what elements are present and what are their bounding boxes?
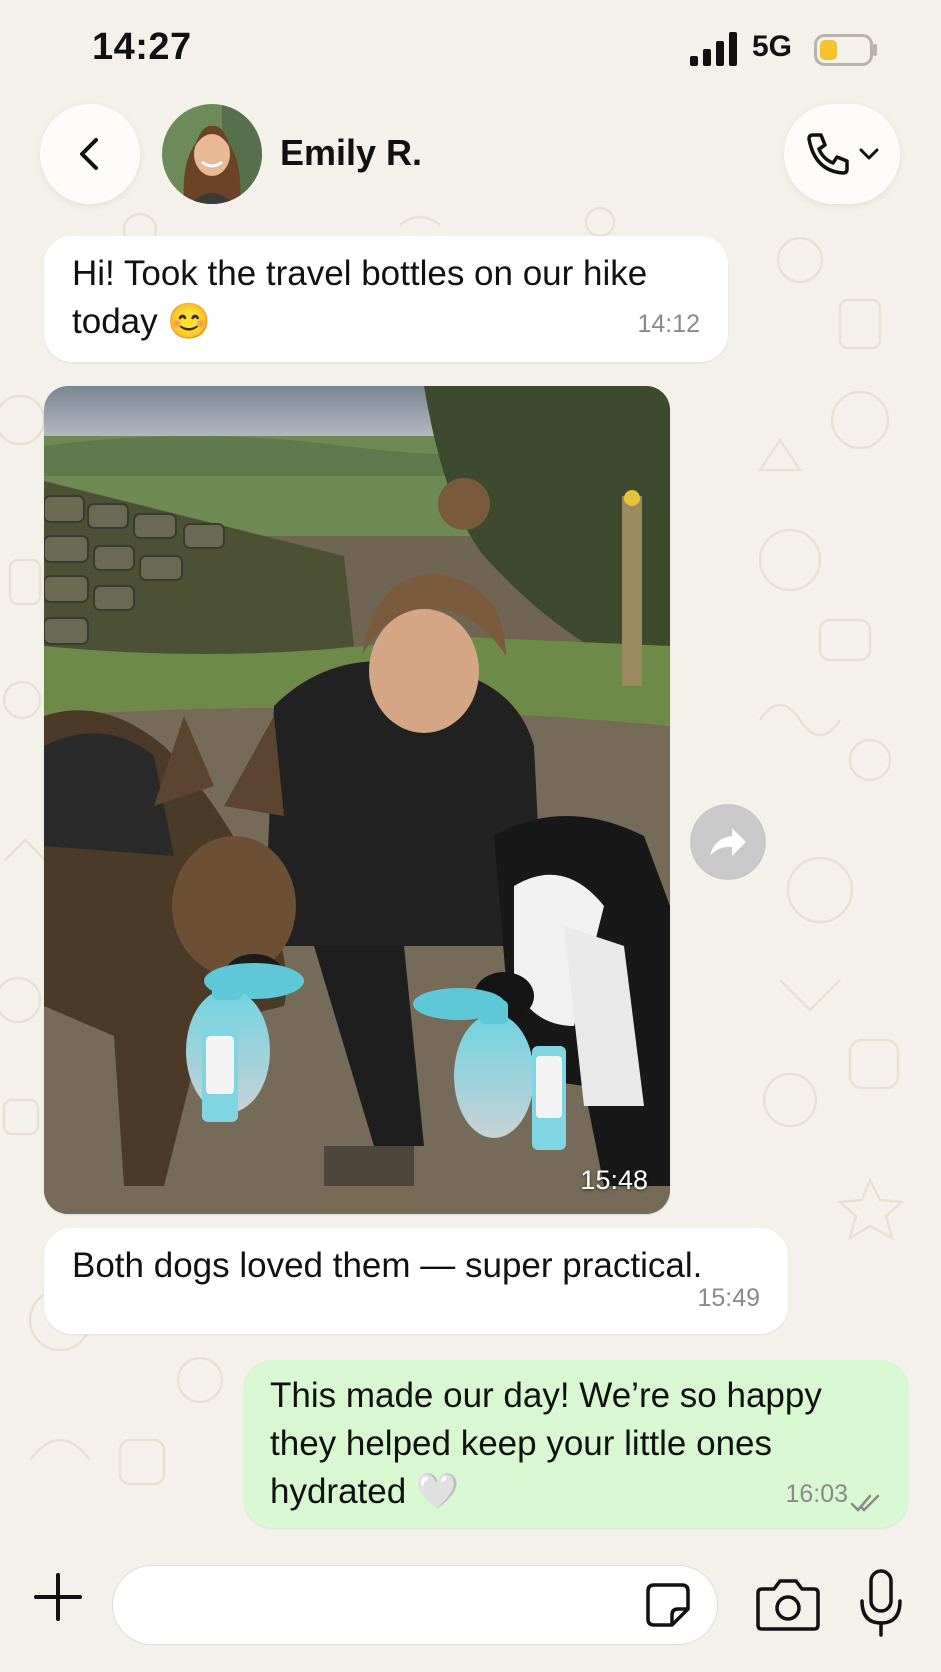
- chevron-down-icon: [859, 148, 879, 160]
- message-bubble-incoming[interactable]: Both dogs loved them — super practical. …: [44, 1228, 788, 1334]
- message-input-bar: [0, 1545, 941, 1672]
- avatar[interactable]: [162, 104, 262, 204]
- back-button[interactable]: [40, 104, 140, 204]
- phone-icon: [807, 133, 849, 175]
- message-time: 15:49: [697, 1284, 760, 1312]
- sticker-icon[interactable]: [644, 1581, 692, 1629]
- read-receipt-icon: [850, 1494, 880, 1512]
- message-time: 14:12: [637, 310, 700, 338]
- call-button[interactable]: [784, 104, 900, 204]
- message-text: This made our day! We’re so happy they h…: [270, 1376, 822, 1511]
- message-text: Both dogs loved them — super practical.: [72, 1246, 703, 1285]
- photo-image: [44, 386, 670, 1214]
- status-bar: 14:27 5G: [0, 0, 941, 100]
- photo-message[interactable]: 15:48: [44, 386, 670, 1214]
- forward-icon: [710, 828, 746, 856]
- chevron-left-icon: [80, 138, 98, 170]
- plus-icon[interactable]: [28, 1567, 88, 1627]
- message-text: Hi! Took the travel bottles on our hike …: [72, 254, 648, 341]
- contact-name[interactable]: Emily R.: [280, 132, 422, 174]
- microphone-icon[interactable]: [856, 1567, 906, 1639]
- message-time: 15:48: [580, 1165, 648, 1195]
- message-input[interactable]: [112, 1565, 718, 1645]
- signal-icon: [690, 32, 737, 66]
- chat-header: Emily R.: [0, 100, 941, 210]
- forward-button[interactable]: [690, 804, 766, 880]
- status-time: 14:27: [92, 26, 192, 68]
- battery-icon: [814, 34, 877, 66]
- camera-icon[interactable]: [756, 1575, 820, 1633]
- network-type: 5G: [752, 30, 793, 63]
- message-bubble-outgoing[interactable]: This made our day! We’re so happy they h…: [244, 1360, 908, 1528]
- message-bubble-incoming[interactable]: Hi! Took the travel bottles on our hike …: [44, 236, 728, 362]
- message-time: 16:03: [785, 1480, 848, 1508]
